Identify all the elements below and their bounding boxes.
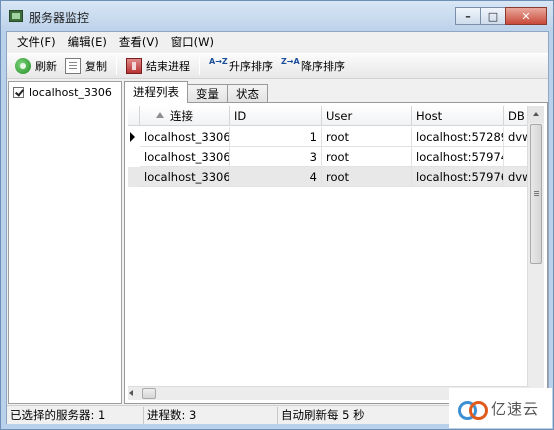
cell-id: 1: [230, 127, 322, 147]
cell-connection: localhost_3306: [140, 167, 230, 187]
copy-label: 复制: [85, 60, 107, 73]
maximize-button[interactable]: □: [480, 7, 506, 25]
cell-connection: localhost_3306: [140, 127, 230, 147]
header-connection[interactable]: 连接: [140, 106, 230, 126]
copy-button[interactable]: 复制: [61, 55, 111, 77]
detail-pane: 进程列表 变量 状态 连接 ID User Host DB localhost_…: [124, 81, 548, 404]
cell-id: 3: [230, 147, 322, 167]
client-area: 文件(F) 编辑(E) 查看(V) 窗口(W) 刷新 复制 结束进程 A→Z 升…: [6, 31, 549, 424]
sort-descending-label: 降序排序: [301, 60, 345, 73]
menu-bar: 文件(F) 编辑(E) 查看(V) 窗口(W): [7, 32, 548, 52]
sort-ascending-label: 升序排序: [229, 60, 273, 73]
cell-user: root: [322, 147, 412, 167]
current-row-marker-icon: [130, 132, 135, 142]
close-icon: ✕: [521, 9, 531, 23]
close-button[interactable]: ✕: [505, 7, 547, 25]
window-controls: – □ ✕: [455, 7, 547, 25]
table-row[interactable]: localhost_3306 4 root localhost:57976 dv…: [128, 167, 532, 187]
tree-item-label: localhost_3306: [29, 86, 112, 99]
toolbar-separator: [116, 57, 117, 75]
server-checkbox[interactable]: [13, 87, 24, 98]
tab-status[interactable]: 状态: [227, 84, 268, 103]
kill-process-button[interactable]: 结束进程: [122, 55, 194, 77]
sort-ascending-indicator-icon: [156, 112, 164, 118]
sort-ascending-button[interactable]: A→Z 升序排序: [205, 55, 277, 77]
row-indicator: [128, 147, 140, 167]
table-row[interactable]: localhost_3306 3 root localhost:57974: [128, 147, 532, 167]
header-user[interactable]: User: [322, 106, 412, 126]
menu-window[interactable]: 窗口(W): [165, 32, 220, 52]
refresh-button[interactable]: 刷新: [11, 55, 61, 77]
horizontal-scroll-thumb[interactable]: [142, 388, 156, 399]
watermark-text: 亿速云: [491, 399, 540, 418]
copy-icon: [65, 58, 81, 74]
cell-host: localhost:57289: [412, 127, 504, 147]
toolbar-separator: [199, 57, 200, 75]
status-refresh-interval: 自动刷新每 5 秒: [281, 407, 365, 422]
cell-host: localhost:57976: [412, 167, 504, 187]
header-connection-label: 连接: [170, 109, 193, 123]
refresh-label: 刷新: [35, 60, 57, 73]
toolbar: 刷新 复制 结束进程 A→Z 升序排序 Z→A 降序排序: [7, 53, 548, 79]
menu-file[interactable]: 文件(F): [11, 32, 62, 52]
kill-process-icon: [126, 58, 142, 74]
header-id[interactable]: ID: [230, 106, 322, 126]
row-indicator: [128, 127, 140, 147]
scroll-left-icon[interactable]: [129, 390, 133, 396]
watermark-logo-icon: [457, 397, 488, 420]
menu-view[interactable]: 查看(V): [113, 32, 165, 52]
tab-strip: 进程列表 变量 状态: [124, 81, 268, 103]
cell-user: root: [322, 127, 412, 147]
header-indicator: [128, 106, 140, 126]
sort-descending-icon: Z→A: [281, 57, 300, 66]
cell-id: 4: [230, 167, 322, 187]
header-host[interactable]: Host: [412, 106, 504, 126]
kill-process-label: 结束进程: [146, 60, 190, 73]
menu-edit[interactable]: 编辑(E): [62, 32, 113, 52]
scroll-up-icon[interactable]: [528, 106, 544, 123]
cell-user: root: [322, 167, 412, 187]
row-indicator: [128, 167, 140, 187]
server-tree: localhost_3306: [8, 81, 122, 404]
status-process-count: 进程数: 3: [144, 406, 278, 424]
tree-item-server[interactable]: localhost_3306: [13, 86, 112, 99]
vertical-scrollbar[interactable]: [527, 106, 544, 391]
vertical-scroll-thumb[interactable]: [530, 124, 542, 264]
tab-process-list[interactable]: 进程列表: [124, 81, 188, 103]
grid-header: 连接 ID User Host DB: [128, 106, 532, 126]
status-selected-servers: 已选择的服务器: 1: [7, 406, 144, 424]
refresh-icon: [15, 58, 31, 74]
title-bar[interactable]: 服务器监控 – □ ✕: [1, 1, 553, 31]
tab-variables[interactable]: 变量: [187, 84, 228, 103]
app-icon: [9, 10, 23, 22]
maximize-icon: □: [487, 9, 499, 23]
process-grid: 连接 ID User Host DB localhost_3306 1 root…: [128, 106, 532, 391]
app-window: 服务器监控 – □ ✕ 文件(F) 编辑(E) 查看(V) 窗口(W) 刷新 复…: [0, 0, 554, 430]
sort-ascending-icon: A→Z: [209, 57, 228, 66]
window-title: 服务器监控: [29, 11, 90, 25]
watermark: 亿速云: [449, 388, 552, 428]
cell-connection: localhost_3306: [140, 147, 230, 167]
process-list-panel: 连接 ID User Host DB localhost_3306 1 root…: [124, 102, 548, 404]
minimize-icon: –: [465, 9, 471, 23]
table-row[interactable]: localhost_3306 1 root localhost:57289 dv…: [128, 127, 532, 147]
minimize-button[interactable]: –: [455, 7, 481, 25]
cell-host: localhost:57974: [412, 147, 504, 167]
sort-descending-button[interactable]: Z→A 降序排序: [277, 55, 349, 77]
